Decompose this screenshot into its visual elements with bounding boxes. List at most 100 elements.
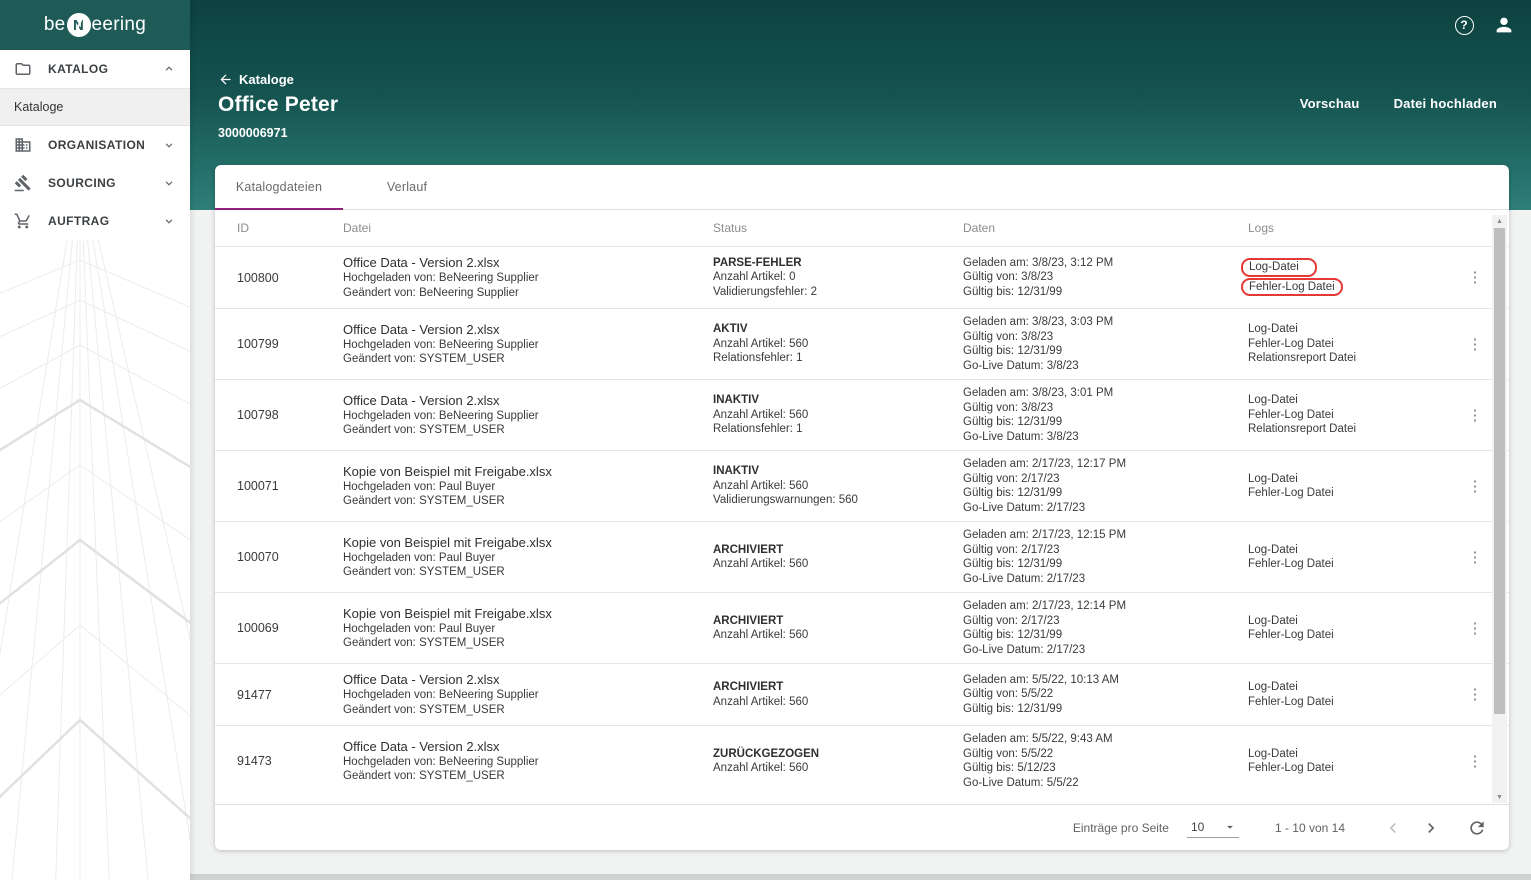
uploaded-by: Hochgeladen von: BeNeering Supplier (343, 409, 539, 422)
kebab-menu-icon[interactable]: ⋮ (1468, 408, 1483, 423)
tab-verlauf[interactable]: Verlauf (343, 165, 471, 209)
table-row[interactable]: 100071 Kopie von Beispiel mit Freigabe.xl… (215, 450, 1509, 521)
row-status: PARSE-FEHLER Anzahl Artikel: 0 Validierung… (713, 256, 963, 300)
table-row[interactable]: 100070 Kopie von Beispiel mit Freigabe.xl… (215, 521, 1509, 592)
sidebar-item-katalog[interactable]: KATALOG (0, 50, 190, 88)
log-file-link[interactable]: Fehler-Log Datei (1248, 337, 1334, 352)
per-page-select[interactable]: 10 (1186, 818, 1239, 838)
back-link[interactable]: Kataloge (218, 72, 338, 87)
date-line: Gültig von: 3/8/23 (963, 330, 1054, 343)
datei-hochladen-button[interactable]: Datei hochladen (1394, 96, 1497, 111)
row-logs: Log-Datei Fehler-Log Datei (1248, 680, 1458, 709)
page-subtitle: 3000006971 (218, 126, 288, 140)
table-scrollbar[interactable]: ▲ ▼ (1492, 215, 1507, 803)
refresh-button[interactable] (1465, 816, 1489, 840)
per-page-label: Einträge pro Seite (1072, 820, 1169, 835)
log-file-link[interactable]: Fehler-Log Datei (1248, 628, 1334, 643)
date-line: Geladen am: 5/5/22, 9:43 AM (963, 733, 1113, 745)
log-file-link[interactable]: Log-Datei (1248, 322, 1298, 337)
status-detail: Relationsfehler: 1 (713, 423, 803, 436)
log-file-link[interactable]: Log-Datei (1248, 472, 1298, 487)
row-id: 100071 (237, 479, 279, 493)
kebab-menu-icon[interactable]: ⋮ (1468, 337, 1483, 352)
table-row[interactable]: 100069 Kopie von Beispiel mit Freigabe.xl… (215, 592, 1509, 663)
uploaded-by: Hochgeladen von: BeNeering Supplier (343, 272, 539, 284)
file-name: Office Data - Version 2.xlsx (343, 738, 500, 754)
changed-by: Geändert von: SYSTEM_USER (343, 424, 505, 436)
previous-page-button[interactable] (1381, 816, 1405, 840)
row-file: Kopie von Beispiel mit Freigabe.xlsx Hoch… (343, 464, 713, 509)
log-file-link[interactable]: Fehler-Log Datei (1248, 695, 1334, 710)
log-file-link[interactable]: Fehler-Log Datei (1248, 408, 1334, 423)
date-line: Gültig von: 2/17/23 (963, 614, 1060, 627)
changed-by: Geändert von: SYSTEM_USER (343, 637, 505, 649)
help-icon[interactable]: ? (1453, 14, 1475, 36)
table-row[interactable]: 100798 Office Data - Version 2.xlsx Hochge… (215, 379, 1509, 450)
file-name: Kopie von Beispiel mit Freigabe.xlsx (343, 463, 552, 479)
kebab-menu-icon[interactable]: ⋮ (1468, 479, 1483, 494)
sidebar-item-kataloge[interactable]: Kataloge (0, 88, 190, 126)
row-id: 100799 (237, 337, 279, 351)
vorschau-button[interactable]: Vorschau (1300, 96, 1360, 111)
kebab-menu-icon[interactable]: ⋮ (1468, 270, 1483, 285)
date-line: Gültig bis: 12/31/99 (963, 416, 1063, 428)
table-row[interactable]: 100800 Office Data - Version 2.xlsx Hochge… (215, 246, 1509, 308)
sidebar-item-auftrag[interactable]: AUFTRAG (0, 202, 190, 240)
file-name: Office Data - Version 2.xlsx (343, 321, 500, 337)
changed-by: Geändert von: SYSTEM_USER (343, 353, 505, 365)
row-daten: Geladen am: 5/5/22, 10:13 AM Gültig von: … (963, 673, 1248, 717)
log-file-link[interactable]: Log-Datei (1248, 680, 1298, 695)
scroll-down-icon[interactable]: ▼ (1496, 791, 1503, 803)
sidebar-item-sourcing[interactable]: SOURCING (0, 164, 190, 202)
log-file-link-annotated[interactable]: Log-Datei (1241, 258, 1317, 277)
log-file-link[interactable]: Relationsreport Datei (1248, 422, 1356, 437)
table-row[interactable]: 91473 Office Data - Version 2.xlsx Hochgel… (215, 725, 1509, 796)
row-actions: ⋮ (1458, 337, 1492, 352)
user-profile-icon[interactable] (1493, 14, 1515, 36)
row-status: ARCHIVIERT Anzahl Artikel: 560 (713, 614, 963, 643)
status-badge: ARCHIVIERT (713, 543, 784, 556)
row-file: Office Data - Version 2.xlsx Hochgeladen … (343, 672, 713, 717)
date-line: Gültig bis: 12/31/99 (963, 285, 1063, 298)
log-file-link-annotated[interactable]: Fehler-Log Datei (1241, 277, 1343, 296)
log-file-link[interactable]: Fehler-Log Datei (1248, 761, 1334, 776)
row-daten: Geladen am: 2/17/23, 12:17 PM Gültig von:… (963, 457, 1248, 515)
date-line: Go-Live Datum: 3/8/23 (963, 359, 1079, 372)
table-row[interactable]: 100799 Office Data - Version 2.xlsx Hochge… (215, 308, 1509, 379)
log-file-link[interactable]: Relationsreport Datei (1248, 351, 1356, 366)
date-line: Gültig bis: 5/12/23 (963, 762, 1056, 774)
app-logo: be Neering (0, 0, 190, 50)
status-detail: Anzahl Artikel: 560 (713, 479, 809, 492)
date-line: Geladen am: 3/8/23, 3:12 PM (963, 256, 1114, 269)
log-file-link[interactable]: Fehler-Log Datei (1248, 486, 1334, 501)
next-page-button[interactable] (1419, 816, 1443, 840)
log-file-link[interactable]: Log-Datei (1248, 543, 1298, 558)
log-file-link[interactable]: Log-Datei (1248, 747, 1298, 762)
scroll-up-icon[interactable]: ▲ (1496, 215, 1503, 227)
row-daten: Geladen am: 3/8/23, 3:12 PM Gültig von: 3… (963, 256, 1248, 300)
log-file-link[interactable]: Log-Datei (1248, 393, 1298, 408)
back-label[interactable]: Kataloge (239, 72, 294, 87)
sidebar: be Neering KATALOG Kataloge ORGANISATION … (0, 0, 190, 880)
tab-bar: Katalogdateien Verlauf (215, 165, 1509, 210)
kebab-menu-icon[interactable]: ⋮ (1468, 621, 1483, 636)
uploaded-by: Hochgeladen von: Paul Buyer (343, 551, 496, 564)
log-file-link[interactable]: Fehler-Log Datei (1248, 557, 1334, 572)
date-line: Geladen am: 3/8/23, 3:03 PM (963, 316, 1114, 328)
scrollbar-thumb[interactable] (1494, 228, 1505, 714)
table-header: ID Datei Status Daten Logs (215, 210, 1509, 246)
kebab-menu-icon[interactable]: ⋮ (1468, 754, 1483, 769)
changed-by: Geändert von: BeNeering Supplier (343, 286, 519, 299)
tab-katalogdateien[interactable]: Katalogdateien (215, 165, 343, 210)
status-detail: Anzahl Artikel: 0 (713, 271, 796, 284)
logo-n-icon: N (66, 13, 91, 37)
kebab-menu-icon[interactable]: ⋮ (1468, 687, 1483, 702)
row-actions: ⋮ (1458, 621, 1492, 636)
kebab-menu-icon[interactable]: ⋮ (1468, 550, 1483, 565)
row-logs: Log-Datei Fehler-Log Datei (1248, 472, 1458, 501)
sidebar-item-organisation[interactable]: ORGANISATION (0, 126, 190, 164)
row-daten: Geladen am: 2/17/23, 12:15 PM Gültig von:… (963, 528, 1248, 586)
table-row[interactable]: 91477 Office Data - Version 2.xlsx Hochgel… (215, 663, 1509, 725)
status-badge: ZURÜCKGEZOGEN (713, 747, 820, 760)
log-file-link[interactable]: Log-Datei (1248, 614, 1298, 629)
